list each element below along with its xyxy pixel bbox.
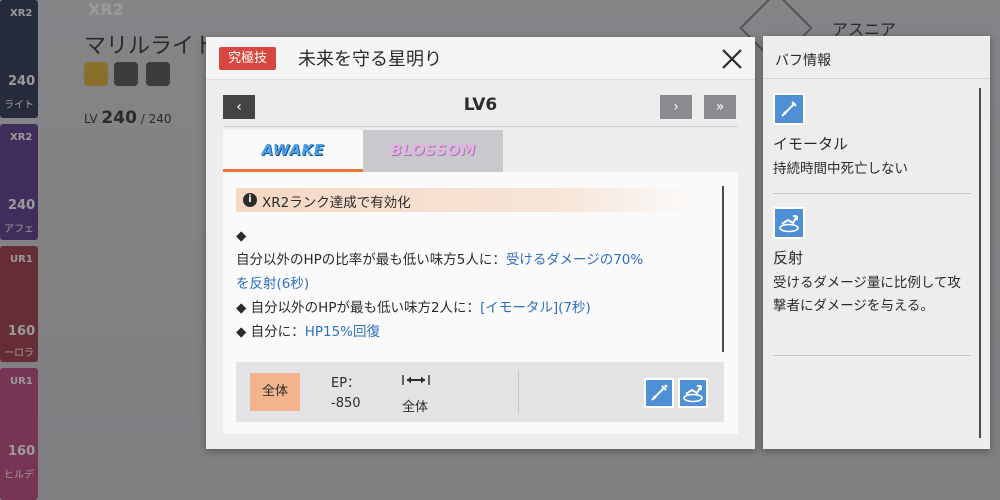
tab-label: BLOSSOM: [390, 141, 476, 159]
next-level-button[interactable]: ›: [660, 95, 692, 119]
immortal-buff-icon[interactable]: [644, 378, 674, 408]
buff-name: 反射: [773, 249, 804, 267]
skill-description: ◆ 自分以外のHPの比率が最も低い味方5人に：受けるダメージの70% を反射(6…: [236, 224, 714, 344]
divider: [518, 370, 519, 414]
skill-dialog: 究極技 未来を守る星明り ‹ LV6 › » AWAKE BLOSSOM i X…: [206, 37, 755, 449]
skill-type-badge: 究極技: [219, 47, 277, 70]
ep-value: -850: [331, 396, 361, 411]
reflect-buff-icon[interactable]: [678, 378, 708, 408]
divider: [223, 126, 738, 127]
buff-panel-title: バフ情報: [775, 53, 831, 69]
buff-info-panel[interactable]: バフ情報 イモータル 持続時間中死亡しない 反射 受けるダメージ量に比例して攻撃…: [763, 36, 990, 449]
divider: [773, 355, 971, 356]
unlock-notice: i XR2ランク達成で有効化: [236, 188, 696, 212]
unlock-text: XR2ランク達成で有効化: [262, 195, 411, 211]
desc-line: ◆: [236, 228, 247, 244]
buff-description: 持続時間中死亡しない: [773, 161, 908, 177]
desc-line: ◆ 自分に：HP15%回復: [236, 324, 380, 340]
max-level-button[interactable]: »: [704, 95, 736, 119]
close-icon[interactable]: [718, 45, 746, 73]
divider: [763, 78, 990, 79]
buff-description: 受けるダメージ量に比例して攻撃者にダメージを与える。: [773, 275, 961, 314]
divider: [773, 193, 971, 194]
range-value: 全体: [402, 400, 429, 415]
dialog-header: 究極技 未来を守る星明り: [206, 37, 755, 80]
tab-awake[interactable]: AWAKE: [223, 130, 363, 172]
tab-blossom[interactable]: BLOSSOM: [363, 130, 503, 172]
range-arrow-icon: [401, 372, 431, 386]
info-icon: i: [243, 193, 257, 207]
skill-name: 未来を守る星明り: [298, 49, 442, 70]
desc-line: を反射(6秒): [236, 276, 310, 292]
ep-label: EP：: [331, 376, 361, 391]
immortal-buff-icon: [773, 93, 805, 125]
target-tag: 全体: [250, 373, 300, 411]
skill-stats: 全体 EP： -850 全体: [236, 362, 724, 422]
desc-line: ◆ 自分以外のHPが最も低い味方2人に：[イモータル](7秒): [236, 300, 591, 316]
desc-line: 自分以外のHPの比率が最も低い味方5人に：受けるダメージの70%: [236, 252, 644, 268]
scrollbar[interactable]: [979, 88, 981, 438]
buff-name: イモータル: [773, 135, 849, 153]
scrollbar[interactable]: [722, 186, 724, 352]
reflect-buff-icon: [773, 207, 805, 239]
skill-content[interactable]: i XR2ランク達成で有効化 ◆ 自分以外のHPの比率が最も低い味方5人に：受け…: [223, 172, 738, 434]
level-selector: ‹ LV6 › »: [223, 95, 738, 127]
tab-label: AWAKE: [261, 141, 325, 159]
